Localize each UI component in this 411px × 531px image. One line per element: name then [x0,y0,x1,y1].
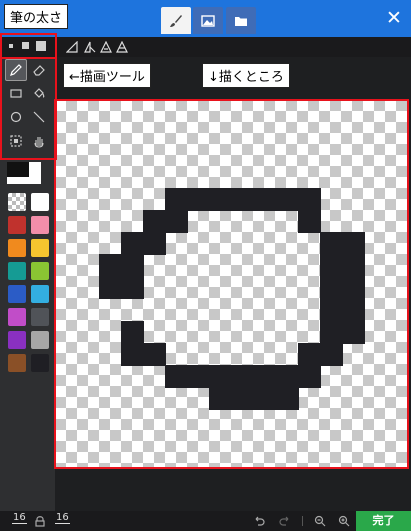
annotation-box-draw-tools [0,57,57,160]
ruler-angle-icon[interactable] [84,41,96,53]
secondary-toolbar [0,37,411,57]
triangle-ruler-icon[interactable] [66,41,78,53]
image-icon [201,14,215,27]
annotation-label-brush-size: 筆の太さ [4,4,69,29]
palette-color-swatch[interactable] [8,239,26,257]
zoom-in-icon[interactable] [338,515,350,527]
undo-icon[interactable] [253,515,265,527]
ruler-triangle-icon[interactable] [100,41,112,53]
palette-color-swatch[interactable] [8,331,26,349]
image-tab[interactable] [193,7,223,34]
palette-color-swatch[interactable] [8,216,26,234]
foreground-color-swatch[interactable] [7,162,29,177]
close-button[interactable]: ✕ [385,9,403,28]
toolbar-divider [302,516,303,526]
transparent-color-swatch[interactable] [8,193,26,211]
width-input[interactable]: 16 [12,512,27,524]
done-button[interactable]: 完了 [356,511,411,531]
palette-color-swatch[interactable] [31,308,49,326]
redo-icon[interactable] [279,515,291,527]
palette-color-swatch[interactable] [8,308,26,326]
palette-color-swatch[interactable] [31,354,49,372]
lock-icon[interactable] [35,515,45,527]
palette-color-swatch[interactable] [8,262,26,280]
annotation-box-brush-size [0,33,57,59]
palette-color-swatch[interactable] [31,239,49,257]
height-input[interactable]: 16 [55,512,70,524]
folder-tab[interactable] [226,7,256,34]
palette-color-swatch[interactable] [8,285,26,303]
bottom-bar: 16 16 完了 [0,511,411,531]
ruler-compass-icon[interactable] [116,41,128,53]
palette-color-swatch[interactable] [31,331,49,349]
annotation-box-draw-area [54,99,409,469]
palette-color-swatch[interactable] [31,193,49,211]
palette-color-swatch[interactable] [31,262,49,280]
brush-tab[interactable] [161,7,191,34]
annotation-label-draw-area: ↓描くところ [202,63,290,88]
palette-color-swatch[interactable] [31,216,49,234]
palette-color-swatch[interactable] [31,285,49,303]
brush-icon [170,14,182,27]
annotation-label-draw-tools: ←描画ツール [63,63,151,88]
zoom-out-icon[interactable] [314,515,326,527]
palette-color-swatch[interactable] [8,354,26,372]
folder-icon [235,16,247,26]
